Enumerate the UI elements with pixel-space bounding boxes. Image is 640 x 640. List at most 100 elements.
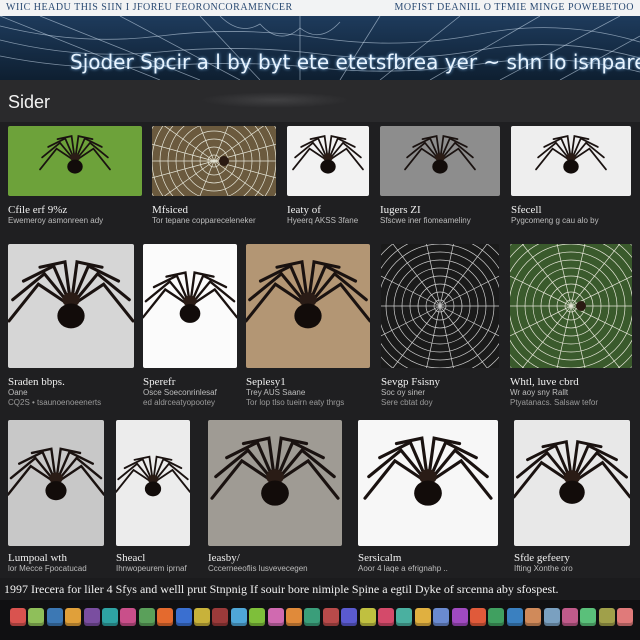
image-card[interactable]: Sfecell Pygcomeng g cau alo by — [511, 126, 631, 230]
top-strip-right-text: MOFIST DEANIIL O TFMIE MINGE POWEBETOO — [394, 2, 634, 13]
dock-app-icon[interactable] — [451, 608, 468, 626]
section-decoration — [200, 92, 350, 108]
image-card[interactable]: Whtl, luve cbrd Wr aoy sny Rallt Ptyatanac… — [510, 244, 632, 407]
dock-app-icon[interactable] — [433, 608, 450, 626]
dock-app-icon[interactable] — [359, 608, 376, 626]
spider-image[interactable] — [8, 126, 142, 196]
spider-image[interactable] — [358, 420, 498, 546]
dock-app-icon[interactable] — [83, 608, 100, 626]
image-card[interactable]: Iugers ZI Sfscwe iner fiomeameliny — [380, 126, 500, 230]
card-meta: Sere cbtat doy — [381, 398, 433, 407]
dock-app-icon[interactable] — [249, 608, 266, 626]
header-banner: Sjoder Spcir a l by byt ete etetsfbrea y… — [0, 16, 640, 80]
dock-app-icon[interactable] — [46, 608, 63, 626]
dock-app-icon[interactable] — [267, 608, 284, 626]
dock-app-icon[interactable] — [175, 608, 192, 626]
spider-image[interactable] — [8, 420, 104, 546]
image-card[interactable]: Lumpoal wth lor Mecce Fpocatucad — [8, 420, 104, 578]
card-subtitle: Cccerneeoflis lusvevecegen — [208, 564, 308, 573]
dock-app-icon[interactable] — [414, 608, 431, 626]
image-card[interactable]: Sfde gefeery Ifting Xonthe oro — [514, 420, 630, 578]
dock-app-icon[interactable] — [506, 608, 523, 626]
card-title[interactable]: Mfsiced — [152, 204, 188, 216]
dock-app-icon[interactable] — [322, 608, 339, 626]
card-title[interactable]: Sperefr — [143, 376, 175, 388]
spider-image[interactable] — [208, 420, 342, 546]
card-title[interactable]: Ieasby/ — [208, 552, 240, 564]
app-dock — [0, 600, 640, 640]
spider-image[interactable] — [8, 244, 134, 368]
card-subtitle: Sfscwe iner fiomeameliny — [380, 216, 471, 225]
card-title[interactable]: Sraden bbps. — [8, 376, 65, 388]
dock-app-icon[interactable] — [598, 608, 615, 626]
dock-app-icon[interactable] — [470, 608, 486, 626]
card-title[interactable]: Sheacl — [116, 552, 145, 564]
card-title[interactable]: Seplesy1 — [246, 376, 286, 388]
card-title[interactable]: Cfile erf 9%z — [8, 204, 67, 216]
dock-app-icon[interactable] — [488, 608, 505, 626]
card-subtitle: Soc oy siner — [381, 388, 426, 397]
spider-image[interactable] — [246, 244, 370, 368]
bottom-caption-text: 1997 Irecera for liler 4 Sfys and welll … — [4, 582, 559, 596]
dock-app-icon[interactable] — [157, 608, 174, 626]
spider-image[interactable] — [116, 420, 190, 546]
card-subtitle: Hyeerq AKSS 3fane — [287, 216, 359, 225]
image-card[interactable]: Cfile erf 9%z Ewemeroy asmonreen ady — [8, 126, 142, 230]
image-card[interactable]: Ieasby/Cccerneeoflis lusvevecegen — [208, 420, 342, 578]
dock-app-icon[interactable] — [396, 608, 413, 626]
card-subtitle: Ewemeroy asmonreen ady — [8, 216, 104, 225]
spider-image[interactable] — [380, 126, 500, 196]
image-card[interactable]: Sevgp Fsisny Soc oy siner Sere cbtat doy — [381, 244, 499, 407]
bottom-caption: 1997 Irecera for liler 4 Sfys and welll … — [0, 578, 640, 600]
spider-image[interactable] — [143, 244, 237, 368]
dock-app-icon[interactable] — [102, 608, 118, 626]
dock-app-icon[interactable] — [120, 608, 137, 626]
card-meta: CQ2S • tsaunoenoeenerts — [8, 398, 102, 407]
spider-image[interactable] — [514, 420, 630, 546]
image-card[interactable]: Seplesy1 Trey AUS Saane Tor lop tlso tueir… — [246, 244, 370, 407]
spider-image[interactable] — [510, 244, 632, 368]
spider-image[interactable] — [152, 126, 276, 196]
image-card[interactable]: Sheacl Ihnwopeurem iprnaf — [116, 420, 190, 578]
image-card[interactable]: Sperefr Osce Soeconrinlesaf ed aldrceatyop… — [143, 244, 237, 407]
dock-app-icon[interactable] — [212, 608, 229, 626]
card-title[interactable]: Whtl, luve cbrd — [510, 376, 579, 388]
dock-app-icon[interactable] — [525, 608, 542, 626]
top-strip: WIIC HEADU THIS SIIN I JFOREU FEORONCORA… — [0, 0, 640, 16]
spider-image[interactable] — [287, 126, 369, 196]
card-title[interactable]: Lumpoal wth — [8, 552, 67, 564]
card-subtitle: lor Mecce Fpocatucad — [8, 564, 87, 573]
card-subtitle: Ifting Xonthe oro — [514, 564, 573, 573]
dock-app-icon[interactable] — [138, 608, 155, 626]
dock-app-icon[interactable] — [65, 608, 82, 626]
dock-app-icon[interactable] — [194, 608, 210, 626]
card-title[interactable]: Sersicalm — [358, 552, 401, 564]
spider-image[interactable] — [381, 244, 499, 368]
page-title: Sjoder Spcir a l by byt ete etetsfbrea y… — [70, 50, 640, 74]
dock-app-icon[interactable] — [378, 608, 394, 626]
card-subtitle: Tor tepane coppareceleneker — [152, 216, 256, 225]
image-card[interactable]: Mfsiced Tor tepane coppareceleneker — [152, 126, 276, 230]
card-title[interactable]: Sfecell — [511, 204, 542, 216]
card-title[interactable]: Iugers ZI — [380, 204, 421, 216]
card-title[interactable]: Sevgp Fsisny — [381, 376, 440, 388]
image-card[interactable]: Ieaty of Hyeerq AKSS 3fane — [287, 126, 369, 230]
dock-app-icon[interactable] — [230, 608, 247, 626]
dock-app-icon[interactable] — [562, 608, 578, 626]
dock-app-icon[interactable] — [580, 608, 597, 626]
dock-app-icon[interactable] — [543, 608, 560, 626]
card-title[interactable]: Ieaty of — [287, 204, 321, 216]
image-card[interactable]: Sersicalm Aoor 4 laqe a efrignahp .. — [358, 420, 498, 578]
image-card[interactable]: Sraden bbps. Oane CQ2S • tsaunoenoeenerts — [8, 244, 134, 407]
dock-app-icon[interactable] — [304, 608, 321, 626]
section-header: Sider — [0, 80, 640, 122]
dock-app-icon[interactable] — [28, 608, 45, 626]
dock-app-icon[interactable] — [617, 608, 634, 626]
card-title[interactable]: Sfde gefeery — [514, 552, 570, 564]
dock-app-icon[interactable] — [10, 608, 26, 626]
dock-app-icon[interactable] — [286, 608, 302, 626]
spider-image[interactable] — [511, 126, 631, 196]
card-subtitle: Wr aoy sny Rallt — [510, 388, 569, 397]
card-meta: Tor lop tlso tueirn eaty thrgs — [246, 398, 345, 407]
dock-app-icon[interactable] — [341, 608, 358, 626]
